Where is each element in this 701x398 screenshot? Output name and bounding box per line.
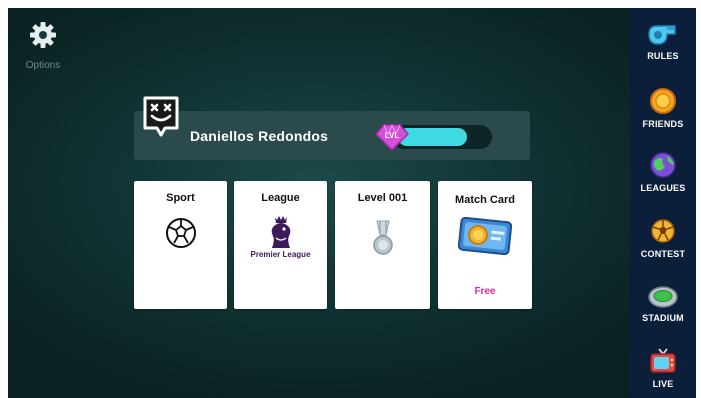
sport-card[interactable]: Sport (134, 181, 227, 309)
right-sidebar: RULES FRIENDS LEAGUES CONTEST STADIUM LI… (630, 8, 696, 398)
sidebar-item-stadium[interactable]: STADIUM (630, 282, 696, 323)
player-name: Daniellos Redondos (190, 128, 329, 144)
sidebar-label: STADIUM (642, 313, 684, 323)
card-title: Sport (166, 192, 195, 204)
match-card[interactable]: Match Card Free (438, 181, 532, 309)
player-profile-bar[interactable]: Daniellos Redondos LVL (134, 96, 530, 160)
stadium-icon (648, 286, 678, 308)
match-card-icon (458, 217, 512, 255)
sidebar-item-rules[interactable]: RULES (630, 20, 696, 61)
level-badge-label: LVL (385, 131, 400, 140)
sidebar-item-contest[interactable]: CONTEST (630, 216, 696, 259)
card-title: League (261, 192, 300, 204)
gear-icon (30, 22, 56, 48)
match-card-price: Free (474, 286, 496, 297)
card-title: Level 001 (357, 192, 408, 204)
league-card[interactable]: League Premier League (234, 181, 327, 309)
whistle-icon (648, 25, 676, 45)
card-title: Match Card (455, 194, 515, 206)
level-card[interactable]: Level 001 (335, 181, 430, 309)
medal-icon (372, 220, 393, 255)
sidebar-label: LEAGUES (640, 183, 686, 193)
level-badge-icon: LVL (374, 123, 410, 152)
sidebar-label: CONTEST (640, 249, 686, 259)
premier-league-text: Premier League (250, 250, 311, 259)
coin-icon (650, 88, 676, 114)
options-label: Options (25, 60, 61, 71)
game-screen: Options Daniellos Redondos LVL Sport Lea… (8, 8, 696, 398)
smiley-avatar-icon (143, 96, 179, 137)
trophy-ball-icon (651, 219, 675, 243)
sidebar-label: FRIENDS (642, 119, 684, 129)
premier-league-logo (271, 216, 290, 248)
tv-icon (650, 348, 676, 373)
sidebar-item-leagues[interactable]: LEAGUES (630, 150, 696, 193)
globe-icon (650, 152, 676, 178)
sidebar-item-live[interactable]: LIVE (630, 346, 696, 389)
sidebar-item-friends[interactable]: FRIENDS (630, 86, 696, 129)
soccer-ball-icon (165, 218, 196, 248)
sidebar-label: RULES (647, 51, 679, 61)
sidebar-label: LIVE (652, 379, 674, 389)
options-button[interactable]: Options (20, 20, 66, 71)
